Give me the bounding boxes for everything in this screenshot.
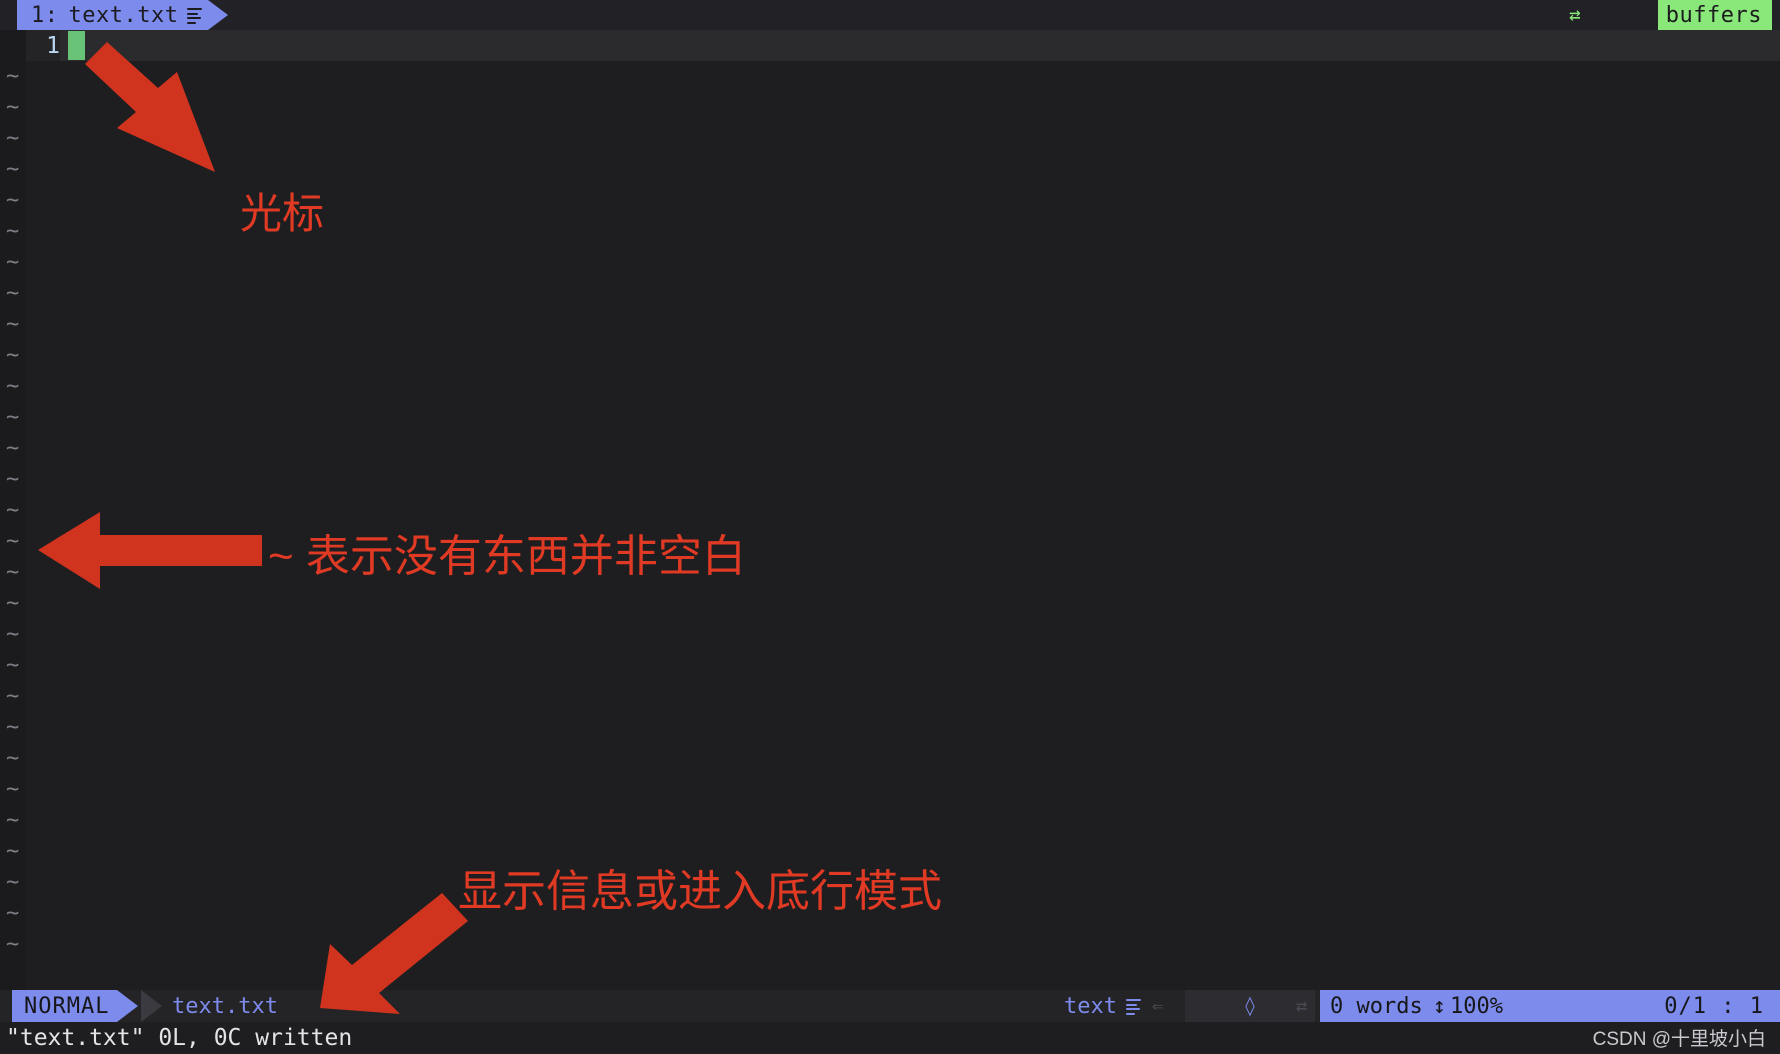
- command-line[interactable]: "text.txt" 0L, 0C written: [0, 1022, 1780, 1054]
- empty-line-marker: ~: [6, 95, 20, 120]
- empty-line-markers: ~ ~ ~ ~ ~ ~ ~ ~ ~ ~ ~ ~ ~ ~ ~ ~ ~ ~ ~ ~ ~ ~ ~ ~ ~ ~ ~ ~ ~: [6, 61, 19, 960]
- statusline: NORMAL text.txt text ⇐ ◊ ⇄ 0 words ↕ 100…: [0, 990, 1780, 1022]
- tab-arrow-icon: ⇄: [1569, 4, 1581, 26]
- annotation-label-cursor: 光标: [240, 190, 325, 237]
- status-word-count: 0 words: [1330, 993, 1423, 1019]
- buffers-label[interactable]: buffers: [1657, 0, 1772, 30]
- empty-line-marker: ~: [6, 839, 20, 864]
- buffer-tab-index: 1:: [31, 2, 59, 28]
- empty-line-marker: ~: [6, 219, 20, 244]
- chevron-icon: ⇐: [1152, 995, 1164, 1017]
- empty-line-marker: ~: [6, 343, 20, 368]
- status-cursor-position: 0/1 : 1: [1664, 993, 1764, 1019]
- empty-line-marker: ~: [6, 64, 20, 89]
- empty-line-marker: ~: [6, 746, 20, 771]
- empty-line-marker: ~: [6, 777, 20, 802]
- empty-line-marker: ~: [6, 870, 20, 895]
- annotation-label-cmdline: 显示信息或进入底行模式: [458, 867, 942, 916]
- lines-icon: [1125, 997, 1141, 1018]
- status-mode-label: NORMAL: [24, 993, 110, 1019]
- editor-area[interactable]: 1 ~ ~ ~ ~ ~ ~ ~ ~ ~ ~ ~ ~ ~ ~ ~ ~ ~ ~ ~ ~ ~ ~ ~ ~ ~ ~ ~ ~ ~: [0, 30, 1780, 990]
- status-right-segment: 0 words ↕ 100% 0/1 : 1: [1320, 990, 1780, 1022]
- empty-line-marker: ~: [6, 684, 20, 709]
- empty-line-marker: ~: [6, 374, 20, 399]
- empty-line-marker: ~: [6, 498, 20, 523]
- empty-line-marker: ~: [6, 250, 20, 275]
- line-number: 1: [26, 30, 60, 61]
- watermark: CSDN @十里坡小白: [1592, 1029, 1766, 1050]
- empty-line-marker: ~: [6, 622, 20, 647]
- status-sep-arrow: [141, 990, 162, 1022]
- buffers-label-text: buffers: [1665, 2, 1762, 28]
- bufferline: 1: text.txt ⇄ buffers: [0, 0, 1780, 30]
- buffer-tab-filename: text.txt: [68, 2, 179, 28]
- text-cursor: [68, 31, 85, 60]
- status-mode-badge: NORMAL: [12, 990, 139, 1022]
- status-scroll-percent: 100%: [1449, 993, 1503, 1019]
- status-filetype: text: [1064, 990, 1141, 1022]
- empty-line-marker: ~: [6, 405, 20, 430]
- status-mode-arrow: [117, 990, 139, 1022]
- status-filename: text.txt: [172, 993, 278, 1019]
- empty-line-marker: ~: [6, 126, 20, 151]
- command-line-message: "text.txt" 0L, 0C written: [6, 1025, 353, 1051]
- empty-line-marker: ~: [6, 808, 20, 833]
- tab-arrow-icon: ⇄: [1296, 995, 1308, 1017]
- empty-line-marker: ~: [6, 901, 20, 926]
- empty-line-marker: ~: [6, 591, 20, 616]
- lines-icon: [187, 6, 203, 27]
- empty-line-marker: ~: [6, 157, 20, 182]
- empty-line-marker: ~: [6, 560, 20, 585]
- status-filetype-label: text: [1064, 993, 1117, 1019]
- empty-line-marker: ~: [6, 529, 20, 554]
- empty-line-marker: ~: [6, 188, 20, 213]
- empty-line-marker: ~: [6, 932, 20, 957]
- buffer-tab-text-txt[interactable]: 1: text.txt: [17, 0, 229, 30]
- buffer-tab-separator: [208, 0, 229, 30]
- empty-line-marker: ~: [6, 312, 20, 337]
- diamond-icon: ◊: [1244, 995, 1256, 1017]
- annotation-label-tilde: ~ 表示没有东西并非空白: [268, 532, 746, 581]
- empty-line-marker: ~: [6, 653, 20, 678]
- empty-line-marker: ~: [6, 281, 20, 306]
- cursor-line-highlight: [26, 30, 1780, 61]
- empty-line-marker: ~: [6, 715, 20, 740]
- updown-arrow-icon: ↕: [1432, 993, 1446, 1019]
- empty-line-marker: ~: [6, 467, 20, 492]
- empty-line-marker: ~: [6, 436, 20, 461]
